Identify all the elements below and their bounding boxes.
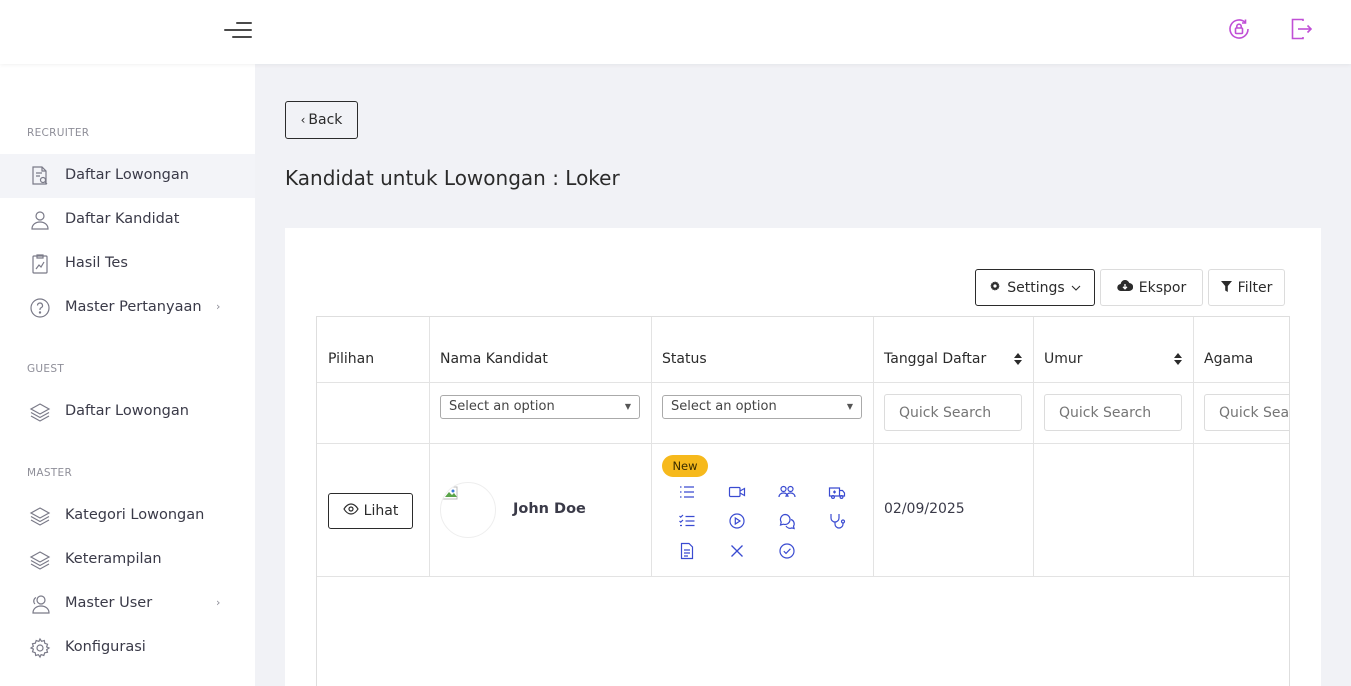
ambulance-icon[interactable] bbox=[828, 483, 846, 501]
settings-label: Settings bbox=[1007, 279, 1065, 296]
sidebar-item-master-user[interactable]: Master User › bbox=[0, 582, 255, 626]
umur-quick-search-input[interactable] bbox=[1044, 394, 1182, 431]
sidebar-item-label: Master User bbox=[65, 595, 153, 611]
candidates-card: Settings Ekspor Filter Pilihan Nama Kand… bbox=[285, 228, 1321, 686]
chat-icon[interactable] bbox=[778, 512, 796, 530]
sort-icon[interactable] bbox=[1013, 352, 1023, 366]
lock-reset-icon[interactable] bbox=[1226, 16, 1252, 42]
broken-image-icon bbox=[442, 486, 458, 500]
header-nama-kandidat[interactable]: Nama Kandidat bbox=[440, 351, 548, 367]
document-icon[interactable] bbox=[678, 542, 696, 560]
sidebar-item-label: Keterampilan bbox=[65, 551, 162, 567]
tanggal-quick-search-input[interactable] bbox=[884, 394, 1022, 431]
export-button[interactable]: Ekspor bbox=[1100, 269, 1203, 306]
chevron-down-icon bbox=[1071, 280, 1081, 296]
row-divider bbox=[317, 576, 1289, 577]
select-placeholder: Select an option bbox=[449, 399, 555, 414]
cloud-download-icon bbox=[1117, 279, 1133, 296]
filter-divider bbox=[317, 443, 1289, 444]
sidebar-item-label: Kategori Lowongan bbox=[65, 507, 205, 523]
section-title-recruiter: RECRUITER bbox=[27, 127, 90, 139]
agama-quick-search-input[interactable] bbox=[1204, 394, 1289, 431]
page-title: Kandidat untuk Lowongan : Loker bbox=[285, 166, 620, 190]
nama-kandidat-select[interactable]: Select an option ▼ bbox=[440, 395, 640, 419]
select-placeholder: Select an option bbox=[671, 399, 777, 414]
user-icon bbox=[29, 209, 51, 231]
sidebar-item-label: Daftar Lowongan bbox=[65, 403, 189, 419]
header-umur[interactable]: Umur bbox=[1044, 351, 1083, 367]
sidebar-item-master-pertanyaan[interactable]: Master Pertanyaan › bbox=[0, 286, 255, 330]
back-button[interactable]: ‹ Back bbox=[285, 101, 358, 139]
stethoscope-icon[interactable] bbox=[828, 512, 846, 530]
sidebar-item-label: Master Pertanyaan bbox=[65, 299, 202, 315]
check-circle-icon[interactable] bbox=[778, 542, 796, 560]
filter-button[interactable]: Filter bbox=[1208, 269, 1285, 306]
caret-down-icon: ▼ bbox=[846, 402, 853, 411]
layers-icon bbox=[29, 505, 51, 527]
chevron-right-icon: › bbox=[216, 300, 221, 313]
header-agama[interactable]: Agama bbox=[1204, 351, 1253, 367]
sidebar-item-daftar-lowongan[interactable]: Daftar Lowongan bbox=[0, 154, 255, 198]
question-circle-icon bbox=[29, 297, 51, 319]
candidates-table: Pilihan Nama Kandidat Status Tanggal Daf… bbox=[316, 316, 1290, 686]
lihat-label: Lihat bbox=[363, 503, 399, 519]
document-search-icon bbox=[29, 165, 51, 187]
video-camera-icon[interactable] bbox=[728, 483, 746, 501]
close-icon[interactable] bbox=[728, 542, 746, 560]
sidebar-item-keterampilan[interactable]: Keterampilan bbox=[0, 538, 255, 582]
gear-icon bbox=[989, 280, 1001, 296]
section-title-guest: GUEST bbox=[27, 363, 65, 375]
sidebar-item-hasil-tes[interactable]: Hasil Tes bbox=[0, 242, 255, 286]
sidebar-item-label: Daftar Lowongan bbox=[65, 167, 189, 183]
sidebar: RECRUITER Daftar Lowongan Daftar Kandida… bbox=[0, 64, 255, 686]
settings-button[interactable]: Settings bbox=[975, 269, 1095, 306]
header-pilihan: Pilihan bbox=[328, 351, 375, 367]
chart-document-icon bbox=[29, 253, 51, 275]
chevron-left-icon: ‹ bbox=[300, 113, 306, 127]
play-circle-icon[interactable] bbox=[728, 512, 746, 530]
status-select[interactable]: Select an option ▼ bbox=[662, 395, 862, 419]
top-bar bbox=[0, 0, 1351, 64]
chevron-right-icon: › bbox=[216, 596, 221, 609]
caret-down-icon: ▼ bbox=[624, 402, 631, 411]
sort-icon[interactable] bbox=[1173, 352, 1183, 366]
sidebar-item-label: Daftar Kandidat bbox=[65, 211, 180, 227]
avatar bbox=[440, 482, 496, 538]
candidate-name: John Doe bbox=[513, 501, 586, 517]
sidebar-item-guest-daftar-lowongan[interactable]: Daftar Lowongan bbox=[0, 390, 255, 434]
filter-label: Filter bbox=[1237, 279, 1273, 296]
section-title-master: MASTER bbox=[27, 467, 73, 479]
header-tanggal-daftar[interactable]: Tanggal Daftar bbox=[884, 351, 986, 367]
sidebar-item-label: Konfigurasi bbox=[65, 639, 146, 655]
gear-icon bbox=[29, 637, 51, 659]
sidebar-item-kategori-lowongan[interactable]: Kategori Lowongan bbox=[0, 494, 255, 538]
header-divider bbox=[317, 382, 1289, 383]
list-icon[interactable] bbox=[678, 483, 696, 501]
sidebar-item-daftar-kandidat[interactable]: Daftar Kandidat bbox=[0, 198, 255, 242]
layers-icon bbox=[29, 401, 51, 423]
registration-date: 02/09/2025 bbox=[884, 501, 965, 517]
layers-icon bbox=[29, 549, 51, 571]
sidebar-item-konfigurasi[interactable]: Konfigurasi bbox=[0, 626, 255, 670]
back-label: Back bbox=[308, 112, 343, 128]
users-icon bbox=[29, 593, 51, 615]
logout-icon[interactable] bbox=[1288, 16, 1314, 42]
filter-icon bbox=[1220, 280, 1232, 296]
status-badge: New bbox=[662, 455, 708, 477]
export-label: Ekspor bbox=[1138, 279, 1187, 296]
eye-icon bbox=[342, 503, 359, 519]
sidebar-item-label: Hasil Tes bbox=[65, 255, 128, 271]
menu-icon[interactable] bbox=[224, 20, 252, 40]
header-status[interactable]: Status bbox=[662, 351, 707, 367]
checklist-icon[interactable] bbox=[678, 512, 696, 530]
group-icon[interactable] bbox=[778, 483, 796, 501]
view-candidate-button[interactable]: Lihat bbox=[328, 493, 413, 529]
